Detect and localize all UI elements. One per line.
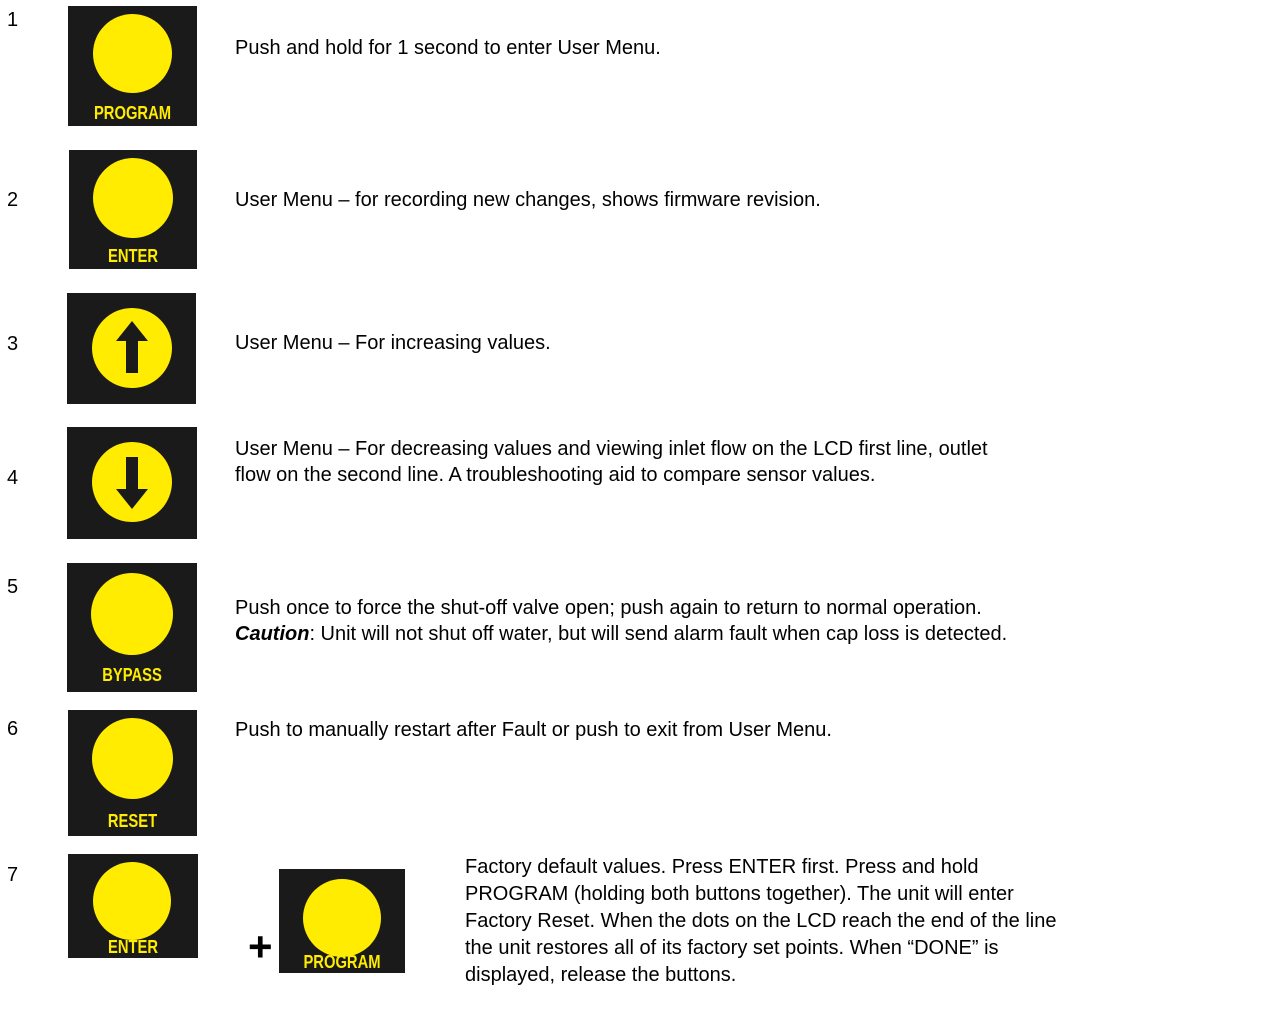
bypass-button[interactable]: BYPASS bbox=[67, 563, 197, 692]
enter-button[interactable]: ENTER bbox=[69, 150, 197, 269]
reset-button-label: RESET bbox=[107, 811, 158, 831]
row-number: 6 bbox=[7, 718, 19, 740]
description-line: flow on the second line. A troubleshooti… bbox=[235, 464, 876, 486]
row-number: 3 bbox=[7, 333, 19, 355]
enter-button[interactable]: ENTER bbox=[68, 854, 198, 958]
row-description: Push once to force the shut-off valve op… bbox=[235, 595, 1271, 647]
bypass-button-label: BYPASS bbox=[102, 665, 162, 685]
button-circle bbox=[91, 573, 173, 655]
program-button-label: PROGRAM bbox=[93, 103, 172, 123]
up-button[interactable] bbox=[67, 293, 196, 404]
plus-sign: + bbox=[248, 923, 273, 970]
button-circle bbox=[93, 862, 171, 940]
button-circle bbox=[92, 718, 173, 799]
row-description: User Menu – for recording new changes, s… bbox=[235, 189, 821, 211]
description-line: the unit restores all of its factory set… bbox=[465, 937, 999, 959]
caution-label: Caution bbox=[235, 623, 310, 645]
caution-text: : Unit will not shut off water, but will… bbox=[309, 623, 1008, 645]
description-line: displayed, release the buttons. bbox=[465, 964, 737, 986]
enter-button-label: ENTER bbox=[107, 246, 159, 266]
row-description: Push to manually restart after Fault or … bbox=[235, 719, 832, 741]
row-number: 4 bbox=[7, 467, 19, 489]
enter-button-label: ENTER bbox=[107, 937, 159, 957]
row-description: Push and hold for 1 second to enter User… bbox=[235, 37, 661, 59]
button-circle bbox=[303, 879, 381, 957]
page: { "rows": [ {"number": "1", "button_labe… bbox=[0, 0, 1273, 1017]
program-button[interactable]: PROGRAM bbox=[68, 6, 197, 126]
reset-button[interactable]: RESET bbox=[68, 710, 197, 836]
description-line: Push once to force the shut-off valve op… bbox=[235, 597, 982, 619]
row-number: 1 bbox=[7, 9, 19, 31]
description-line: Caution: Unit will not shut off water, b… bbox=[235, 621, 1271, 647]
row-number: 2 bbox=[7, 189, 19, 211]
arrow-up-icon bbox=[92, 308, 172, 388]
button-circle bbox=[93, 14, 172, 93]
description-line: PROGRAM (holding both buttons together).… bbox=[465, 883, 1014, 905]
program-button-label: PROGRAM bbox=[303, 952, 381, 972]
arrow-down-icon bbox=[92, 442, 172, 522]
description-line: User Menu – For decreasing values and vi… bbox=[235, 438, 988, 460]
row-description: User Menu – For increasing values. bbox=[235, 332, 551, 354]
description-line: Factory default values. Press ENTER firs… bbox=[465, 856, 979, 878]
row-description: User Menu – For decreasing values and vi… bbox=[235, 436, 1265, 488]
button-circle bbox=[93, 158, 173, 238]
down-button[interactable] bbox=[67, 427, 197, 539]
program-button[interactable]: PROGRAM bbox=[279, 869, 405, 973]
description-line: Factory Reset. When the dots on the LCD … bbox=[465, 910, 1057, 932]
row-description: Factory default values. Press ENTER firs… bbox=[465, 854, 1265, 989]
row-number: 5 bbox=[7, 576, 19, 598]
row-number: 7 bbox=[7, 864, 19, 886]
